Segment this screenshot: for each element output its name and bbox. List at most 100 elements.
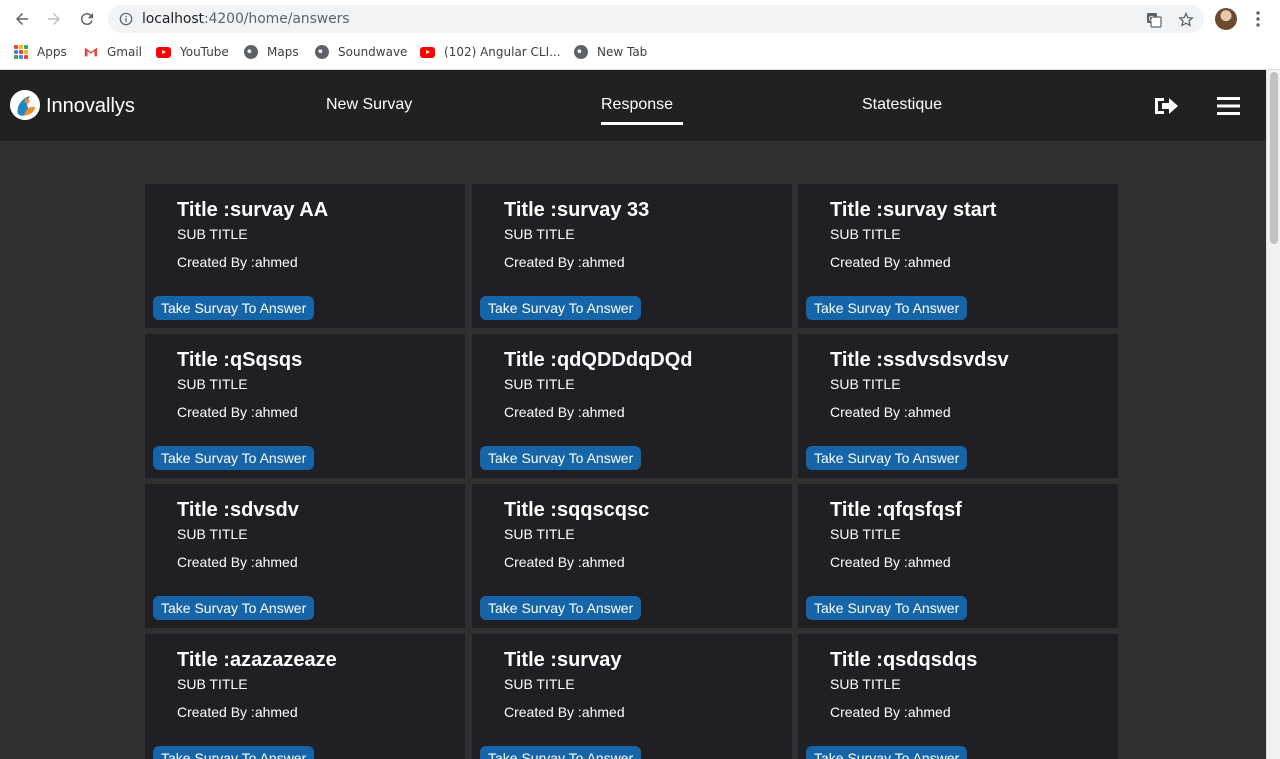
survey-author: Created By :ahmed [830,404,951,420]
bookmark-soundwave[interactable]: Soundwave [315,45,407,59]
survey-title: Title :qfqsfqsf [830,499,962,521]
bookmark-apps[interactable]: Apps [14,45,67,59]
tab-new-survay[interactable]: New Survay [326,96,412,114]
bookmarks-bar: Apps Gmail YouTube Maps Soundwave (102) … [0,38,1280,68]
survey-title: Title :qsdqsdqs [830,649,978,671]
back-button[interactable] [11,8,33,30]
survey-title: Title :sqqscqsc [504,499,650,521]
globe-icon [315,45,329,59]
survey-author: Created By :ahmed [177,404,298,420]
survey-author: Created By :ahmed [177,554,298,570]
youtube-icon [420,46,435,58]
survey-subtitle: SUB TITLE [177,676,248,692]
survey-subtitle: SUB TITLE [504,376,575,392]
survey-subtitle: SUB TITLE [177,226,248,242]
survey-author: Created By :ahmed [830,704,951,720]
bookmark-maps[interactable]: Maps [244,45,299,59]
forward-button[interactable] [43,8,65,30]
survey-card: Title :survay AA SUB TITLE Created By :ahm… [145,184,465,328]
survey-card: Title :sdvsdv SUB TITLE Created By :ahmed T… [145,484,465,628]
svg-text:G: G [1149,15,1154,23]
survey-title: Title :azazazeaze [177,649,337,671]
take-survey-button[interactable]: Take Survay To Answer [480,746,642,759]
take-survey-button[interactable]: Take Survay To Answer [806,296,968,320]
apps-icon [14,45,28,59]
take-survey-button[interactable]: Take Survay To Answer [480,296,642,320]
app-viewport: Innovallys New Survay Response Statestiq… [0,70,1266,759]
survey-subtitle: SUB TITLE [830,376,901,392]
survey-card: Title :ssdvsdsvdsv SUB TITLE Created By :a… [798,334,1118,478]
survey-card: Title :qdQDDdqDQd SUB TITLE Created By :ah… [472,334,792,478]
address-bar[interactable]: localhost:4200/home/answers G [108,5,1204,33]
survey-title: Title :survay start [830,199,997,221]
survey-author: Created By :ahmed [830,554,951,570]
reload-button[interactable] [76,8,98,30]
take-survey-button[interactable]: Take Survay To Answer [806,596,968,620]
survey-card: Title :survay 33 SUB TITLE Created By :ahm… [472,184,792,328]
globe-icon [244,45,258,59]
survey-card: Title :survay SUB TITLE Created By :ahmed T… [472,634,792,759]
take-survey-button[interactable]: Take Survay To Answer [480,446,642,470]
survey-card: Title :survay start SUB TITLE Created By :… [798,184,1118,328]
page-scrollbar[interactable] [1266,70,1280,759]
survey-subtitle: SUB TITLE [177,526,248,542]
survey-card: Title :qSqsqs SUB TITLE Created By :ahmed T… [145,334,465,478]
survey-card: Title :sqqscqsc SUB TITLE Created By :ahme… [472,484,792,628]
star-icon[interactable] [1178,12,1194,28]
arrow-left-icon [16,13,28,25]
survey-title: Title :survay [504,649,622,671]
take-survey-button[interactable]: Take Survay To Answer [153,296,315,320]
more-options-icon[interactable] [1252,9,1264,29]
globe-icon [574,45,588,59]
survey-author: Created By :ahmed [177,254,298,270]
survey-author: Created By :ahmed [504,554,625,570]
survey-title: Title :sdvsdv [177,499,299,521]
tab-statestique[interactable]: Statestique [862,96,942,114]
info-icon[interactable] [119,12,133,26]
survey-subtitle: SUB TITLE [830,676,901,692]
brand-name: Innovallys [46,95,135,117]
reload-icon [80,13,93,26]
hamburger-menu-icon[interactable] [1217,96,1240,116]
take-survey-button[interactable]: Take Survay To Answer [806,446,968,470]
survey-author: Created By :ahmed [177,704,298,720]
survey-title: Title :ssdvsdsvdsv [830,349,1009,371]
logout-icon[interactable] [1153,95,1179,117]
scrollbar-thumb[interactable] [1270,72,1278,244]
take-survey-button[interactable]: Take Survay To Answer [153,596,315,620]
survey-title: Title :survay 33 [504,199,650,221]
survey-title: Title :qSqsqs [177,349,303,371]
survey-title: Title :survay AA [177,199,329,221]
logo-icon[interactable] [10,90,40,120]
bookmark-new-tab[interactable]: New Tab [574,45,647,59]
survey-card: Title :qfqsfqsf SUB TITLE Created By :ahme… [798,484,1118,628]
survey-subtitle: SUB TITLE [830,226,901,242]
url-text: localhost:4200/home/answers [142,11,350,27]
bookmark-youtube[interactable]: YouTube [156,45,229,59]
survey-subtitle: SUB TITLE [830,526,901,542]
take-survey-button[interactable]: Take Survay To Answer [153,746,315,759]
survey-author: Created By :ahmed [504,704,625,720]
survey-subtitle: SUB TITLE [504,676,575,692]
survey-subtitle: SUB TITLE [177,376,248,392]
take-survey-button[interactable]: Take Survay To Answer [480,596,642,620]
gmail-icon [84,47,98,57]
arrow-right-icon [48,13,60,25]
take-survey-button[interactable]: Take Survay To Answer [806,746,968,759]
survey-author: Created By :ahmed [504,254,625,270]
tab-response[interactable]: Response [601,96,684,125]
youtube-icon [156,46,171,58]
survey-card: Title :qsdqsdqs SUB TITLE Created By :ahme… [798,634,1118,759]
browser-chrome: localhost:4200/home/answers G Apps Gmail… [0,0,1280,70]
profile-avatar[interactable] [1215,8,1237,30]
survey-card: Title :azazazeaze SUB TITLE Created By :ah… [145,634,465,759]
survey-subtitle: SUB TITLE [504,226,575,242]
app-header: Innovallys New Survay Response Statestiq… [0,70,1266,141]
bookmark-angular-cli[interactable]: (102) Angular CLI... [420,45,561,59]
bookmark-gmail[interactable]: Gmail [84,45,142,59]
survey-subtitle: SUB TITLE [504,526,575,542]
translate-icon[interactable]: G [1146,12,1162,28]
survey-title: Title :qdQDDdqDQd [504,349,693,371]
take-survey-button[interactable]: Take Survay To Answer [153,446,315,470]
survey-author: Created By :ahmed [830,254,951,270]
